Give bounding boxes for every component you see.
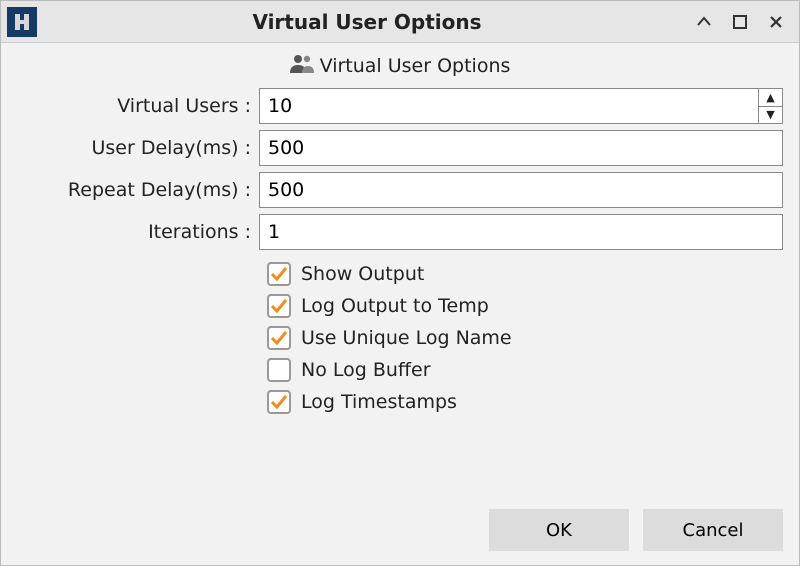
spin-up-icon[interactable]: ▲ [759,89,782,107]
log-to-temp-label: Log Output to Temp [301,295,489,317]
row-repeat-delay: Repeat Delay(ms) : [17,172,783,208]
section-header: Virtual User Options [17,53,783,78]
no-log-buffer-label: No Log Buffer [301,359,431,381]
row-no-log-buffer: No Log Buffer [267,358,783,382]
log-to-temp-checkbox[interactable] [267,294,291,318]
row-virtual-users: Virtual Users : ▲ ▼ [17,88,783,124]
row-log-to-temp: Log Output to Temp [267,294,783,318]
user-delay-input[interactable] [259,130,783,166]
virtual-users-spinner: ▲ ▼ [759,88,783,124]
row-user-delay: User Delay(ms) : [17,130,783,166]
iterations-input[interactable] [259,214,783,250]
unique-log-name-checkbox[interactable] [267,326,291,350]
log-timestamps-label: Log Timestamps [301,391,457,413]
spin-down-icon[interactable]: ▼ [759,107,782,124]
label-user-delay: User Delay(ms) : [17,137,259,159]
content-area: Virtual User Options Virtual Users : ▲ ▼… [1,43,799,499]
dialog-window: Virtual User Options Virtu [0,0,800,566]
label-repeat-delay: Repeat Delay(ms) : [17,179,259,201]
window-title: Virtual User Options [41,10,693,34]
show-output-label: Show Output [301,263,424,285]
label-iterations: Iterations : [17,221,259,243]
repeat-delay-input[interactable] [259,172,783,208]
show-output-checkbox[interactable] [267,262,291,286]
log-timestamps-checkbox[interactable] [267,390,291,414]
button-bar: OK Cancel [1,499,799,565]
close-icon[interactable] [765,11,787,33]
ok-button[interactable]: OK [489,509,629,551]
row-iterations: Iterations : [17,214,783,250]
row-log-timestamps: Log Timestamps [267,390,783,414]
titlebar: Virtual User Options [1,1,799,43]
row-unique-log-name: Use Unique Log Name [267,326,783,350]
label-virtual-users: Virtual Users : [17,95,259,117]
app-icon [7,7,37,37]
no-log-buffer-checkbox[interactable] [267,358,291,382]
window-controls [693,11,793,33]
section-header-label: Virtual User Options [320,55,511,77]
minimize-icon[interactable] [693,11,715,33]
cancel-button[interactable]: Cancel [643,509,783,551]
virtual-users-input[interactable] [259,88,759,124]
maximize-icon[interactable] [729,11,751,33]
unique-log-name-label: Use Unique Log Name [301,327,512,349]
users-icon [290,53,314,78]
row-show-output: Show Output [267,262,783,286]
